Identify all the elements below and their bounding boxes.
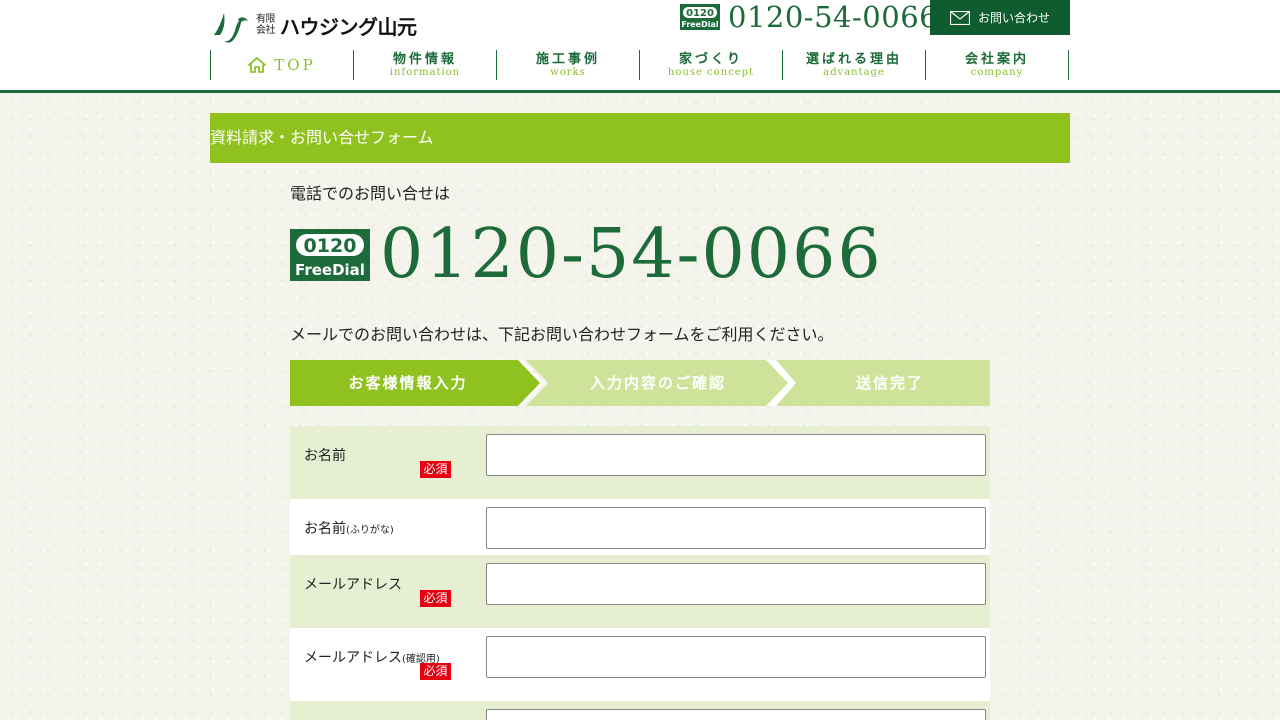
header-phone[interactable]: 0120 FreeDial 0120-54-0066 — [680, 0, 938, 34]
form-row-email-confirm: メールアドレス(確認用) 必須 — [290, 628, 990, 701]
freedial-bottom-text: FreeDial — [295, 261, 365, 279]
nav-label-jp: 物件情報 — [392, 52, 457, 67]
form-row-furigana: お名前(ふりがな) — [290, 499, 990, 555]
name-input[interactable] — [486, 434, 986, 476]
freedial-logo-icon: 0120 FreeDial — [290, 229, 370, 281]
form-row-email: メールアドレス 必須 — [290, 555, 990, 628]
header-inner: 有限 会社 ハウジング山元 0120 FreeDial 0120-54-0066… — [210, 0, 1070, 90]
required-badge: 必須 — [420, 461, 451, 478]
form-steps: お客様情報入力 入力内容のご確認 送信完了 — [290, 360, 990, 406]
phone-number-block[interactable]: 0120 FreeDial 0120-54-0066 — [290, 215, 883, 294]
nav-label-jp: 施工事例 — [535, 52, 600, 67]
field-label-furigana-suffix: (ふりがな) — [346, 525, 394, 536]
logo-company-type: 有限 会社 — [256, 14, 278, 36]
svg-text:0120: 0120 — [686, 8, 714, 19]
nav-label-jp: 会社案内 — [964, 52, 1029, 67]
nav-label-jp: 選ばれる理由 — [805, 52, 902, 67]
step-2-label: 入力内容のご確認 — [589, 374, 726, 392]
email-input[interactable] — [486, 563, 986, 605]
header-phone-number: 0120-54-0066 — [728, 0, 939, 34]
nav-item-house-concept[interactable]: 家づくり house concept — [639, 50, 782, 80]
nav-label-jp: 家づくり — [678, 52, 743, 67]
nav-label-en: advantage — [823, 67, 885, 78]
email-confirm-input[interactable] — [486, 636, 986, 678]
nav-label-en: works — [550, 67, 586, 78]
phone-number-large: 0120-54-0066 — [380, 215, 883, 294]
form-row-next — [290, 701, 990, 720]
nav-label-en: company — [970, 67, 1024, 78]
freedial-icon: 0120 FreeDial — [680, 4, 720, 30]
mail-icon — [949, 10, 970, 25]
home-icon — [248, 57, 267, 73]
freedial-top-text: 0120 — [304, 235, 357, 257]
contact-button-label: お問い合わせ — [977, 11, 1050, 25]
field-label-name: お名前 — [304, 448, 346, 464]
phone-lead-text: 電話でのお問い合せは — [290, 184, 451, 203]
logo-sub-line1: 有限 — [256, 14, 276, 25]
field-label-furigana: お名前(ふりがな) — [304, 518, 394, 538]
site-logo[interactable]: 有限 会社 ハウジング山元 — [210, 5, 417, 45]
nav-item-company[interactable]: 会社案内 company — [925, 50, 1069, 80]
step-1-label: お客様情報入力 — [348, 374, 468, 392]
nav-item-information[interactable]: 物件情報 information — [353, 50, 496, 80]
nav-item-top[interactable]: TOP — [210, 50, 353, 80]
field-label-email-confirm-main: メールアドレス — [304, 650, 402, 666]
furigana-input[interactable] — [486, 507, 986, 549]
site-header: 有限 会社 ハウジング山元 0120 FreeDial 0120-54-0066… — [0, 0, 1280, 93]
required-badge: 必須 — [420, 663, 451, 680]
nav-item-advantage[interactable]: 選ばれる理由 advantage — [782, 50, 925, 80]
field-label-email: メールアドレス — [304, 577, 402, 593]
form-row-name: お名前 必須 — [290, 426, 990, 499]
required-badge: 必須 — [420, 590, 451, 607]
page-title: 資料請求・お問い合せフォーム — [210, 113, 1070, 163]
logo-mark-icon — [214, 13, 248, 43]
next-field-input[interactable] — [486, 709, 986, 720]
contact-button[interactable]: お問い合わせ — [930, 0, 1070, 35]
nav-top-label: TOP — [274, 56, 316, 74]
svg-text:FreeDial: FreeDial — [681, 20, 719, 29]
nav-label-en: information — [389, 67, 461, 78]
global-nav: TOP 物件情報 information 施工事例 works 家づくり hou… — [210, 50, 1070, 80]
nav-label-en: house concept — [667, 67, 755, 78]
logo-sub-line2: 会社 — [256, 25, 276, 36]
step-3-label: 送信完了 — [855, 374, 924, 392]
logo-name: ハウジング山元 — [280, 14, 417, 39]
field-label-furigana-main: お名前 — [304, 521, 346, 537]
mail-lead-text: メールでのお問い合わせは、下記お問い合わせフォームをご利用ください。 — [290, 325, 834, 344]
nav-item-works[interactable]: 施工事例 works — [496, 50, 639, 80]
